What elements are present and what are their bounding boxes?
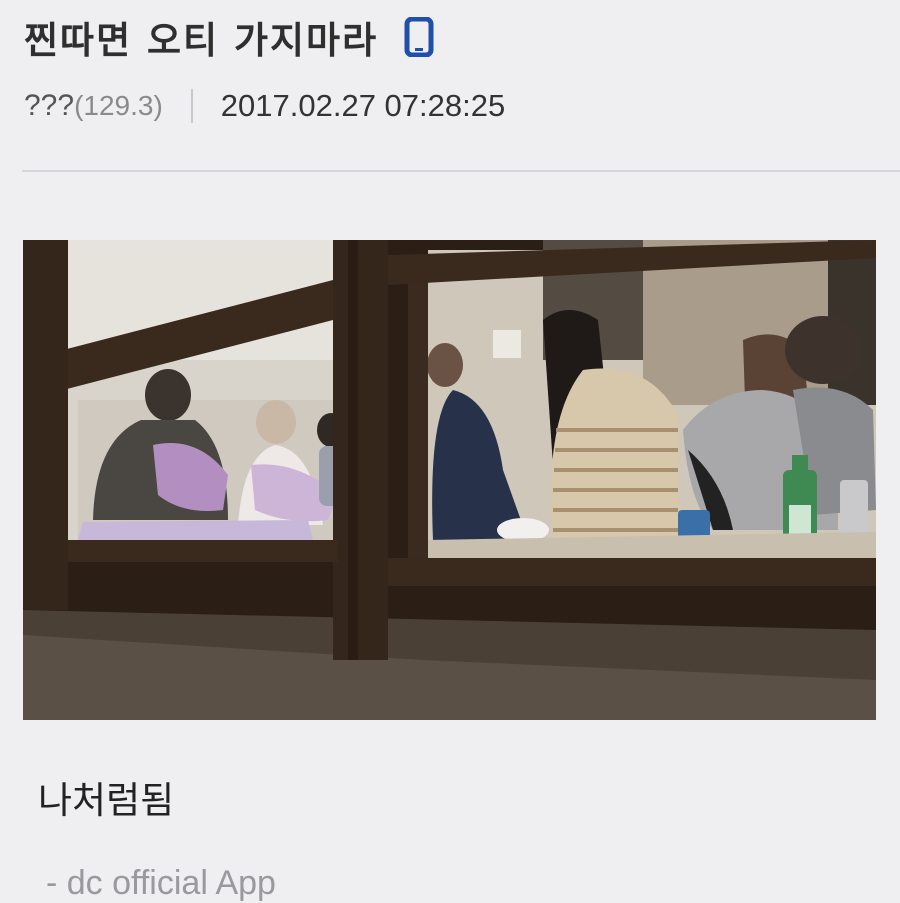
author-ip: (129.3) bbox=[74, 90, 163, 121]
meta-separator bbox=[190, 89, 193, 123]
header-divider bbox=[22, 170, 900, 172]
author-name[interactable]: ??? bbox=[24, 89, 74, 123]
post-meta: ??? (129.3) 2017.02.27 07:28:25 bbox=[24, 82, 505, 130]
post-body: 나처럼됨 bbox=[38, 779, 175, 822]
post-view: 찐따면 오티 가지마라 ??? (129.3) 2017.02.27 07:28… bbox=[0, 0, 900, 903]
title-row: 찐따면 오티 가지마라 bbox=[24, 10, 434, 64]
post-date: 2017.02.27 07:28:25 bbox=[220, 88, 506, 123]
mobile-phone-icon bbox=[404, 16, 434, 58]
app-signature: - dc official App bbox=[46, 864, 276, 902]
post-image[interactable] bbox=[23, 240, 876, 720]
post-title: 찐따면 오티 가지마라 bbox=[24, 19, 379, 62]
